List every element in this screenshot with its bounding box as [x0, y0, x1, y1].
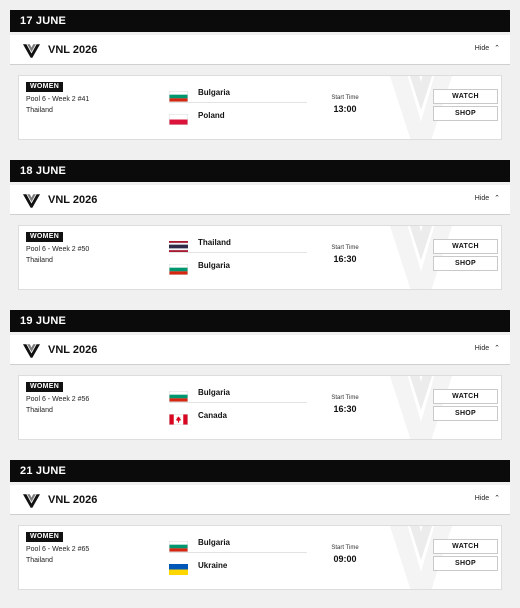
flag-home	[169, 239, 188, 252]
start-time: 09:00	[333, 554, 357, 564]
team-away-name: Bulgaria	[198, 261, 231, 270]
venue: Thailand	[26, 557, 53, 564]
gender-tag: WOMEN	[26, 382, 64, 392]
watch-button[interactable]: WATCH	[433, 539, 498, 554]
match-card: WOMEN Pool 6 - Week 2 #65 Thailand Bulga…	[18, 525, 502, 590]
flag-home	[169, 539, 188, 552]
team-home[interactable]: Bulgaria	[169, 535, 307, 553]
competition-name: VNL 2026	[48, 44, 98, 56]
gender-tag: WOMEN	[26, 532, 64, 542]
flag-away	[169, 562, 188, 575]
team-away-name: Ukraine	[198, 561, 228, 570]
hide-toggle[interactable]: Hide ⌃	[475, 335, 500, 363]
day-section: 18 JUNE VNL 2026 Hide ⌃ WOMEN Pool 6 - We…	[10, 160, 510, 310]
start-time-label: Start Time	[331, 95, 359, 101]
day-date: 18 JUNE	[20, 165, 67, 177]
day-header: 17 JUNE	[10, 10, 510, 32]
day-header: 19 JUNE	[10, 310, 510, 332]
shop-button[interactable]: SHOP	[433, 256, 498, 271]
hide-toggle[interactable]: Hide ⌃	[475, 185, 500, 213]
competition-bar: VNL 2026 Hide ⌃	[10, 335, 510, 365]
team-away[interactable]: Poland	[169, 108, 307, 126]
start-time: 16:30	[333, 254, 357, 264]
day-date: 21 JUNE	[20, 465, 67, 477]
gender-tag: WOMEN	[26, 82, 64, 92]
day-section: 19 JUNE VNL 2026 Hide ⌃ WOMEN Pool 6 - We…	[10, 310, 510, 460]
pool-info: Pool 6 - Week 2 #41	[26, 96, 90, 103]
vnl-logo-icon	[23, 494, 40, 508]
match-card: WOMEN Pool 6 - Week 2 #56 Thailand Bulga…	[18, 375, 502, 440]
vnl-logo-icon	[23, 44, 40, 58]
match-card: WOMEN Pool 6 - Week 2 #41 Thailand Bulga…	[18, 75, 502, 140]
vnl-logo-icon	[23, 344, 40, 358]
team-away[interactable]: Bulgaria	[169, 258, 307, 276]
day-date: 17 JUNE	[20, 15, 67, 27]
team-home-name: Bulgaria	[198, 88, 231, 97]
flag-away	[169, 262, 188, 275]
day-header: 18 JUNE	[10, 160, 510, 182]
team-home-name: Bulgaria	[198, 538, 231, 547]
flag-away	[169, 412, 188, 425]
chevron-up-icon: ⌃	[494, 45, 500, 52]
competition-name: VNL 2026	[48, 194, 98, 206]
team-away-name: Canada	[198, 411, 227, 420]
chevron-up-icon: ⌃	[494, 345, 500, 352]
venue: Thailand	[26, 407, 53, 414]
watch-button[interactable]: WATCH	[433, 239, 498, 254]
chevron-up-icon: ⌃	[494, 495, 500, 502]
team-away-name: Poland	[198, 111, 225, 120]
match-card: WOMEN Pool 6 - Week 2 #50 Thailand Thail…	[18, 225, 502, 290]
competition-bar: VNL 2026 Hide ⌃	[10, 485, 510, 515]
pool-info: Pool 6 - Week 2 #50	[26, 246, 90, 253]
day-header: 21 JUNE	[10, 460, 510, 482]
start-time: 13:00	[333, 104, 357, 114]
flag-home	[169, 389, 188, 402]
hide-toggle[interactable]: Hide ⌃	[475, 35, 500, 63]
chevron-up-icon: ⌃	[494, 195, 500, 202]
watch-button[interactable]: WATCH	[433, 89, 498, 104]
team-home[interactable]: Thailand	[169, 235, 307, 253]
venue: Thailand	[26, 257, 53, 264]
competition-name: VNL 2026	[48, 494, 98, 506]
flag-home	[169, 89, 188, 102]
schedule-list: 17 JUNE VNL 2026 Hide ⌃ WOMEN Pool 6 - We…	[0, 0, 520, 608]
competition-bar: VNL 2026 Hide ⌃	[10, 185, 510, 215]
hide-label: Hide	[474, 45, 490, 52]
day-date: 19 JUNE	[20, 315, 67, 327]
shop-button[interactable]: SHOP	[433, 556, 498, 571]
team-home[interactable]: Bulgaria	[169, 85, 307, 103]
team-home[interactable]: Bulgaria	[169, 385, 307, 403]
start-time: 16:30	[333, 404, 357, 414]
day-section: 21 JUNE VNL 2026 Hide ⌃ WOMEN Pool 6 - We…	[10, 460, 510, 608]
day-section: 17 JUNE VNL 2026 Hide ⌃ WOMEN Pool 6 - We…	[10, 10, 510, 160]
start-time-label: Start Time	[331, 545, 359, 551]
shop-button[interactable]: SHOP	[433, 406, 498, 421]
hide-label: Hide	[474, 345, 490, 352]
competition-name: VNL 2026	[48, 344, 98, 356]
hide-toggle[interactable]: Hide ⌃	[475, 485, 500, 513]
shop-button[interactable]: SHOP	[433, 106, 498, 121]
flag-away	[169, 112, 188, 125]
venue: Thailand	[26, 107, 53, 114]
competition-bar: VNL 2026 Hide ⌃	[10, 35, 510, 65]
team-away[interactable]: Ukraine	[169, 558, 307, 576]
team-home-name: Bulgaria	[198, 388, 231, 397]
hide-label: Hide	[474, 195, 490, 202]
start-time-label: Start Time	[331, 245, 359, 251]
team-home-name: Thailand	[198, 238, 231, 247]
hide-label: Hide	[474, 495, 490, 502]
team-away[interactable]: Canada	[169, 408, 307, 426]
start-time-label: Start Time	[331, 395, 359, 401]
vnl-logo-icon	[23, 194, 40, 208]
pool-info: Pool 6 - Week 2 #56	[26, 396, 90, 403]
gender-tag: WOMEN	[26, 232, 64, 242]
pool-info: Pool 6 - Week 2 #65	[26, 546, 90, 553]
watch-button[interactable]: WATCH	[433, 389, 498, 404]
